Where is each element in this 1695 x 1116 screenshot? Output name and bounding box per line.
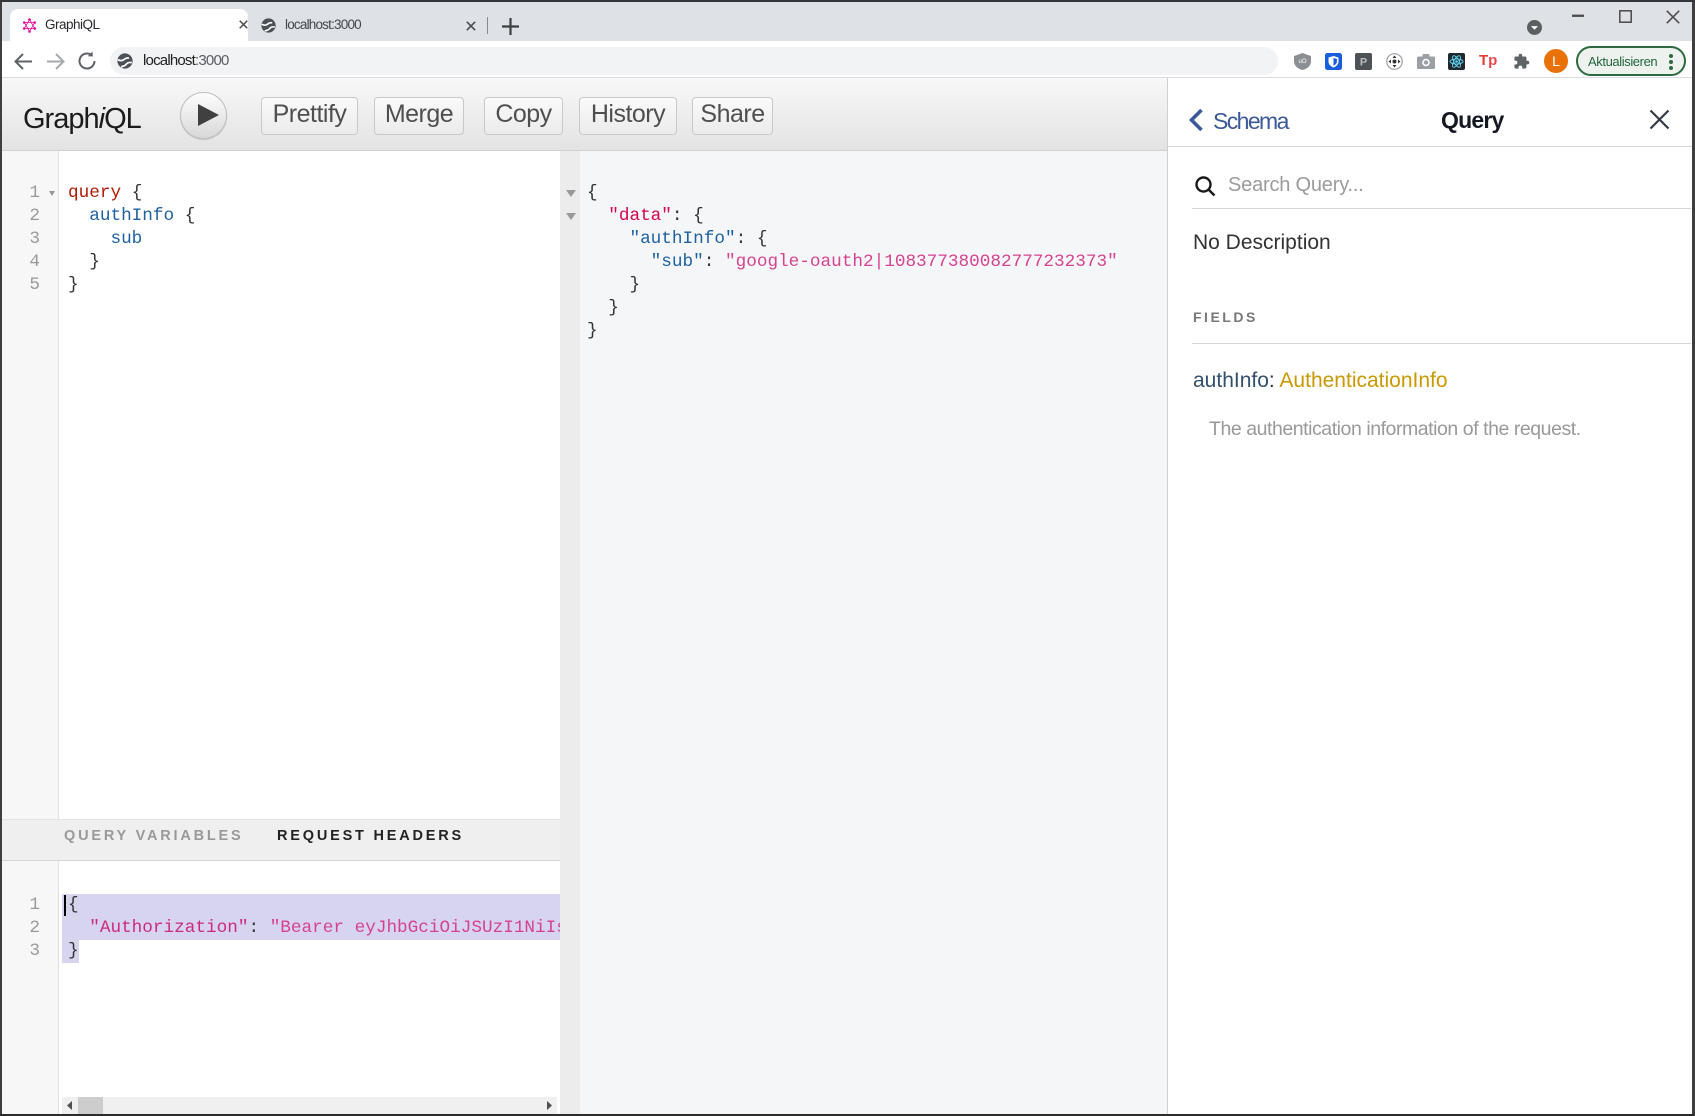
svg-text:P: P (1360, 57, 1367, 69)
svg-text:uO: uO (1298, 59, 1306, 65)
